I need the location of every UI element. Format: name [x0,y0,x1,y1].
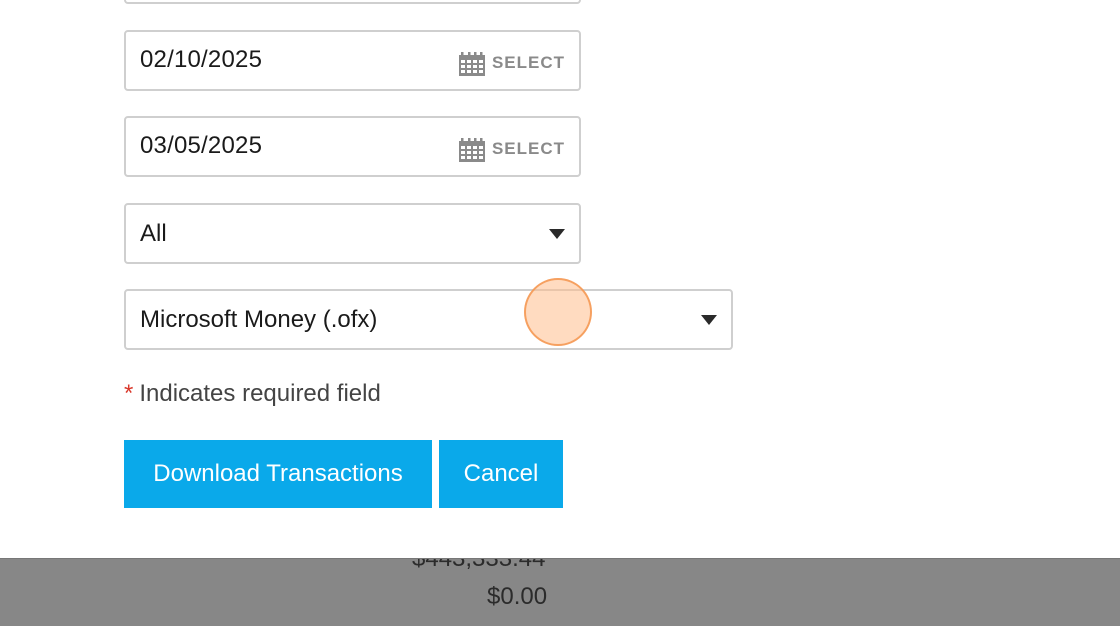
background-overlay: $443,333.44 $0.00 [0,558,1120,626]
download-transactions-dialog: 02/10/2025 SELECT 03/05/2025 SELECT All … [0,0,1120,626]
calendar-icon [458,52,485,76]
required-note-text: Indicates required field [139,380,381,407]
download-transactions-button[interactable]: Download Transactions [124,440,432,508]
file-format-select[interactable]: Microsoft Money (.ofx) [124,289,733,350]
account-filter-value: All [140,220,167,247]
end-date-select-label: SELECT [491,139,565,158]
background-amount: $0.00 [487,583,548,610]
account-filter-select[interactable]: All [124,203,581,264]
background-clipped-amount: $443,333.44 [412,558,546,572]
end-date-select-button[interactable]: SELECT [458,135,565,163]
required-field-note: * Indicates required field [124,380,381,408]
end-date-field[interactable]: 03/05/2025 SELECT [124,116,581,177]
file-format-value: Microsoft Money (.ofx) [140,306,378,333]
chevron-down-icon [701,315,717,325]
calendar-icon [458,138,485,162]
cancel-button[interactable]: Cancel [439,440,563,508]
end-date-value: 03/05/2025 [140,132,263,159]
start-date-field[interactable]: 02/10/2025 SELECT [124,30,581,91]
start-date-select-label: SELECT [491,53,565,72]
start-date-value: 02/10/2025 [140,46,263,73]
required-star: * [124,380,134,407]
chevron-down-icon [549,229,565,239]
previous-field[interactable] [124,0,581,4]
start-date-select-button[interactable]: SELECT [458,49,565,77]
